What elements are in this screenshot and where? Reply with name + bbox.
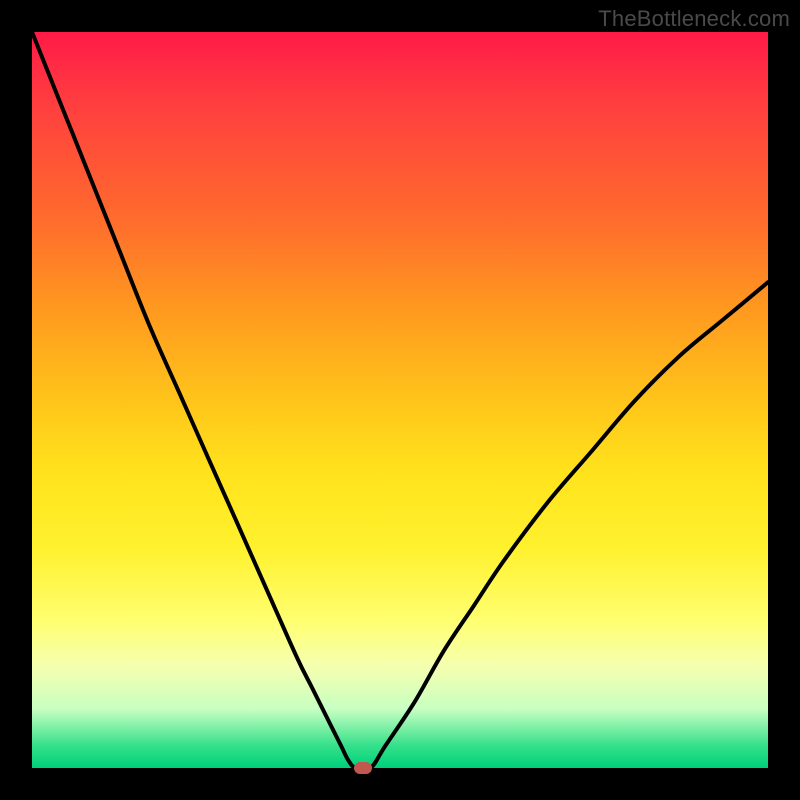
plot-area [32, 32, 768, 768]
watermark-text: TheBottleneck.com [598, 6, 790, 32]
bottleneck-curve [32, 32, 768, 768]
optimum-marker [354, 762, 372, 774]
chart-frame: TheBottleneck.com [0, 0, 800, 800]
curve-path [32, 32, 768, 768]
